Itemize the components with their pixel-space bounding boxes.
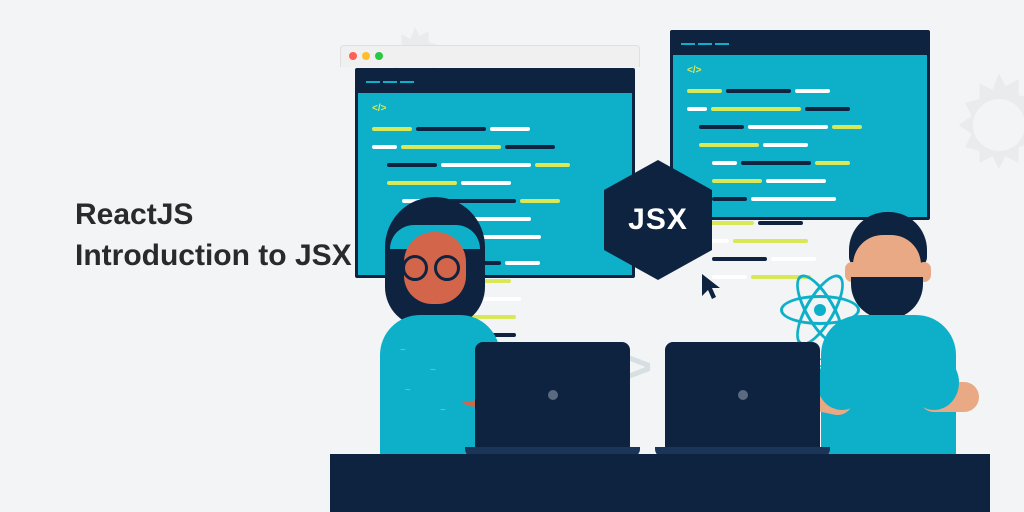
jsx-badge-label: JSX xyxy=(628,203,688,237)
page-title: ReactJS Introduction to JSX xyxy=(75,195,352,276)
window-dot-max-icon xyxy=(375,52,383,60)
jsx-badge: JSX xyxy=(598,155,718,285)
cursor-arrow-icon xyxy=(700,272,724,305)
window-dot-close-icon xyxy=(349,52,357,60)
laptop-illustration-right xyxy=(665,342,830,457)
browser-window-decoration xyxy=(340,45,640,67)
window-dot-min-icon xyxy=(362,52,370,60)
laptop-illustration-left xyxy=(475,342,640,457)
title-line-2: Introduction to JSX xyxy=(75,236,352,277)
desk-illustration xyxy=(330,454,990,512)
code-tag-icon: </> xyxy=(687,65,913,76)
gear-icon-bg-2 xyxy=(934,60,1024,190)
title-line-1: ReactJS xyxy=(75,195,352,236)
code-tag-icon: </> xyxy=(372,103,618,114)
